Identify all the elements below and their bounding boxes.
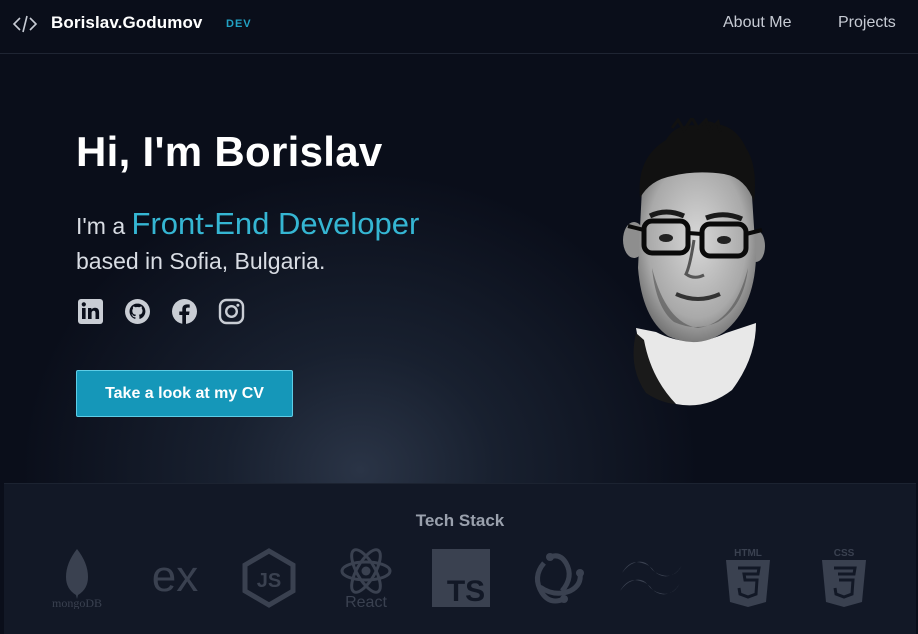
hero-title: Hi, I'm Borislav [76,128,383,175]
tailwind-icon [620,561,682,595]
mongodb-icon: mongoDB [52,549,102,609]
hero-intro: I'm a Front-End Developer [76,206,419,242]
nodejs-label: JS [257,570,281,592]
hero-location: based in Sofia, Bulgaria. [76,248,326,274]
typescript-icon: TS [432,549,490,608]
social-links [77,298,245,325]
typescript-label: TS [447,575,485,608]
brand-tag: DEV [226,18,252,30]
github-icon[interactable] [124,298,151,325]
top-navbar: Borislav.Godumov DEV About Me Projects [0,0,918,54]
instagram-icon[interactable] [218,298,245,325]
code-icon[interactable] [12,14,38,34]
css3-label: CSS [834,548,855,559]
page: Borislav.Godumov DEV About Me Projects H… [0,0,918,634]
profile-photo [623,118,765,406]
mongodb-label: mongoDB [52,596,102,609]
react-icon: React [340,548,392,611]
express-label: ex [152,552,198,601]
linkedin-icon[interactable] [77,298,104,325]
tech-stack-section: Tech Stack mongoDB ex JS React TS HTML C… [4,483,916,634]
html5-icon: HTML [726,548,770,607]
nav-about-me[interactable]: About Me [723,14,791,32]
redux-icon [535,553,584,604]
brand-name[interactable]: Borislav.Godumov [51,13,202,33]
react-label: React [345,594,387,611]
tech-stack-title: Tech Stack [415,511,505,530]
hero-role: Front-End Developer [131,206,420,241]
html5-label: HTML [734,548,762,559]
view-cv-button[interactable]: Take a look at my CV [76,370,293,417]
nav-projects[interactable]: Projects [838,14,896,32]
express-icon: ex [152,552,198,601]
hero-intro-prefix: I'm a [76,213,132,239]
facebook-icon[interactable] [171,298,198,325]
css3-icon: CSS [822,548,866,607]
nodejs-icon: JS [242,548,296,608]
